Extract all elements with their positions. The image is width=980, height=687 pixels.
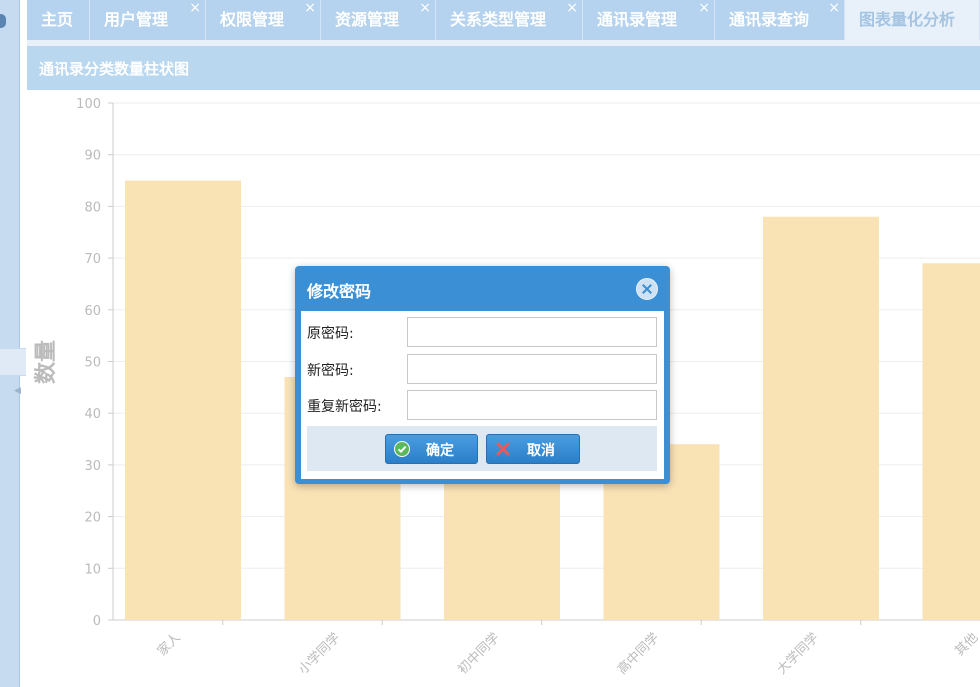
repeat-password-label: 重复新密码: [307, 399, 382, 415]
tab-close-icon[interactable]: × [698, 0, 710, 18]
tab-6[interactable]: 通讯录查询 × [715, 0, 845, 40]
dialog-title: 修改密码 [307, 282, 372, 301]
x-icon [496, 442, 510, 456]
close-circle-icon[interactable] [636, 278, 658, 300]
new-password-label: 新密码: [307, 363, 354, 379]
tab-label: 资源管理 [335, 10, 400, 29]
x-tick-label: 初中同学 [455, 630, 503, 678]
tab-label: 通讯录查询 [729, 10, 810, 29]
y-tick-label: 50 [84, 356, 101, 371]
y-tick-label: 80 [84, 200, 101, 215]
y-tick-label: 90 [84, 149, 101, 164]
tab-1[interactable]: 用户管理 × [90, 0, 206, 40]
chevron-left-icon: ◀ [14, 386, 21, 396]
new-password-row: 新密码: [301, 354, 664, 384]
y-tick-label: 60 [84, 304, 101, 319]
bar [922, 263, 980, 620]
old-password-row: 原密码: [301, 317, 664, 347]
dialog-button-bar: 确定 取消 [307, 426, 657, 471]
change-password-dialog: 修改密码 原密码: 新密码: 重复新密码: 确定 取消 [295, 266, 670, 484]
tab-7[interactable]: 图表量化分析 [845, 0, 980, 40]
new-password-field[interactable] [407, 354, 657, 384]
tab-4[interactable]: 关系类型管理 × [436, 0, 583, 40]
dialog-body: 原密码: 新密码: 重复新密码: 确定 取消 [301, 311, 664, 479]
tab-label: 权限管理 [220, 10, 285, 29]
repeat-password-row: 重复新密码: [301, 390, 664, 420]
tab-close-icon[interactable]: × [419, 0, 431, 18]
bar [125, 180, 241, 621]
x-tick-label: 大学同学 [774, 630, 822, 678]
tab-label: 通讯录管理 [597, 10, 678, 29]
y-tick-label: 20 [84, 511, 101, 526]
tab-close-icon[interactable]: × [828, 0, 840, 18]
bar [763, 216, 879, 620]
cancel-button-label: 取消 [527, 443, 555, 459]
x-tick-label: 小学同学 [295, 630, 343, 678]
old-password-field[interactable] [407, 317, 657, 347]
y-tick-label: 10 [84, 562, 101, 577]
cancel-button[interactable]: 取消 [486, 434, 580, 464]
tab-close-icon[interactable]: × [189, 0, 201, 18]
west-panel-expand-handle[interactable] [0, 348, 26, 376]
old-password-label: 原密码: [307, 326, 354, 342]
x-tick-label: 其他 [952, 630, 980, 659]
y-axis-title: 数量 [33, 340, 59, 384]
y-tick-label: 30 [84, 459, 101, 474]
confirm-button-label: 确定 [426, 443, 454, 459]
tab-3[interactable]: 资源管理 × [321, 0, 436, 40]
y-tick-label: 40 [84, 407, 101, 422]
tab-2[interactable]: 权限管理 × [206, 0, 321, 40]
tab-label: 关系类型管理 [450, 10, 547, 29]
tab-label: 用户管理 [104, 10, 169, 29]
tab-5[interactable]: 通讯录管理 × [583, 0, 715, 40]
tab-close-icon[interactable]: × [566, 0, 578, 18]
tab-0[interactable]: 主页 [27, 0, 90, 40]
confirm-button[interactable]: 确定 [385, 434, 478, 464]
x-tick-label: 家人 [154, 630, 184, 660]
panel-title: 通讯录分类数量柱状图 [27, 46, 980, 90]
tab-label: 主页 [41, 10, 74, 29]
repeat-password-field[interactable] [407, 390, 657, 420]
y-tick-label: 100 [76, 97, 101, 112]
tab-close-icon[interactable]: × [304, 0, 316, 18]
x-tick-label: 高中同学 [614, 630, 662, 678]
tab-label: 图表量化分析 [859, 10, 956, 29]
west-panel-strip: ◀ [0, 0, 26, 687]
tab-bar: 主页 用户管理 × 权限管理 × 资源管理 × 关系类型管理 × 通讯录管理 × 通讯录查询 × 图表量化… [27, 0, 980, 40]
y-tick-label: 70 [84, 252, 101, 267]
collapse-toggle-icon[interactable] [0, 14, 6, 28]
y-tick-label: 0 [93, 614, 101, 629]
check-circle-icon [394, 441, 410, 457]
